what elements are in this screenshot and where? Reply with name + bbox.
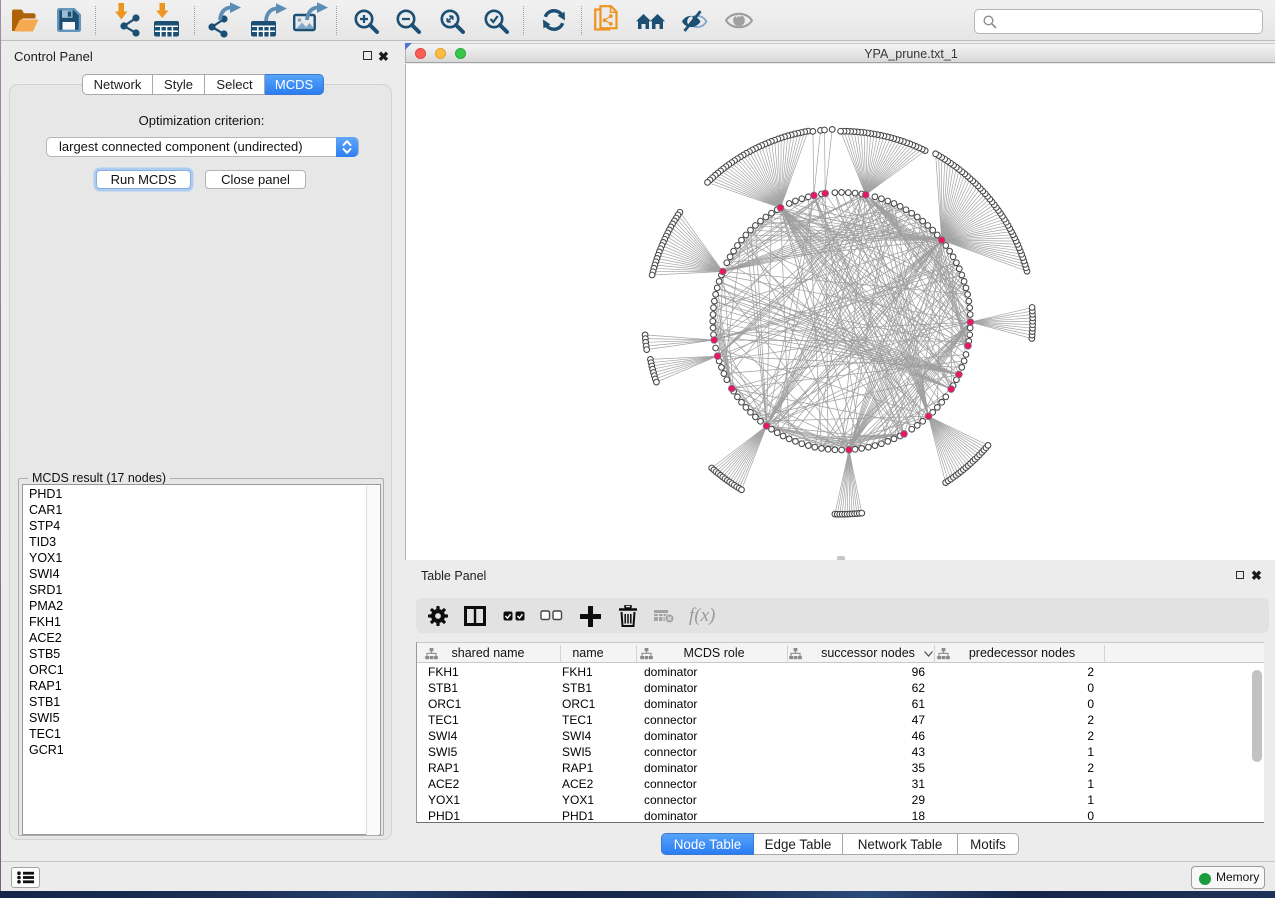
svg-text:f(x): f(x): [689, 605, 715, 626]
